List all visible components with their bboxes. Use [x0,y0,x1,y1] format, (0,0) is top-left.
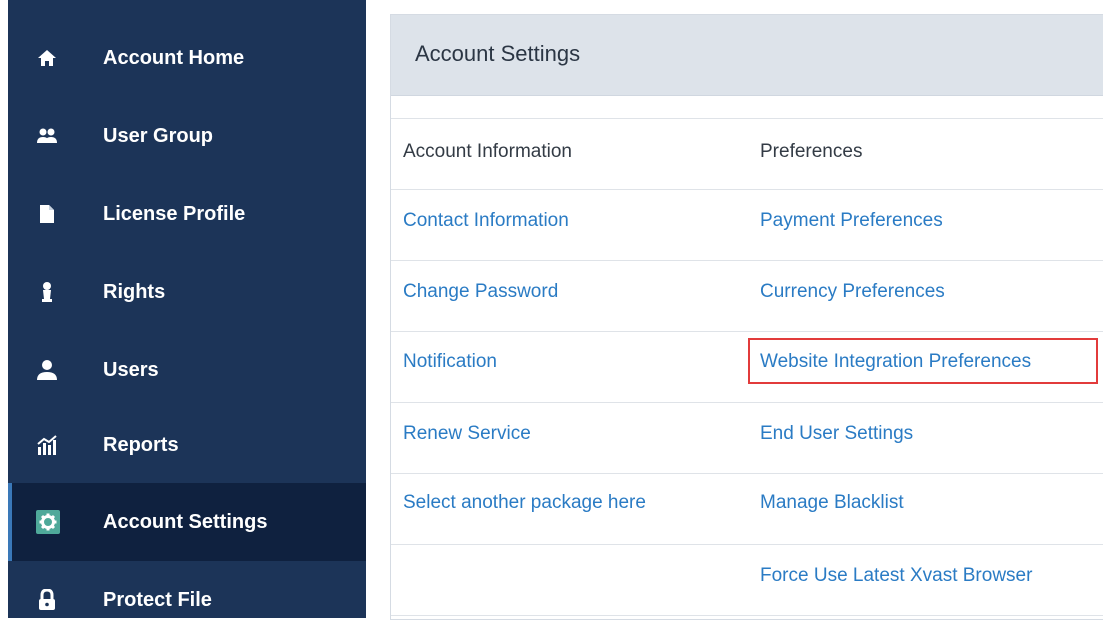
contact-information-link[interactable]: Contact Information [403,210,569,232]
panel-header: Account Settings [391,15,1103,96]
change-password-link[interactable]: Change Password [403,281,558,303]
manage-blacklist-link[interactable]: Manage Blacklist [760,492,904,514]
highlight-box [748,338,1098,384]
rights-icon [36,281,58,303]
account-settings-panel: Account Settings Account Information Pre… [390,14,1103,620]
payment-preferences-link[interactable]: Payment Preferences [760,210,943,232]
sidebar: Account Home User Group License Profile … [8,0,366,618]
lock-icon [36,589,58,611]
sidebar-item-users[interactable]: Users [8,331,366,409]
user-group-icon [36,125,58,147]
sidebar-item-label: User Group [103,124,214,147]
sidebar-item-label: Account Home [103,46,245,69]
sidebar-item-account-home[interactable]: Account Home [8,19,366,97]
user-icon [36,359,58,381]
select-another-package-link[interactable]: Select another package here [403,492,646,514]
currency-preferences-link[interactable]: Currency Preferences [760,281,945,303]
renew-service-link[interactable]: Renew Service [403,423,531,445]
table-header-row: Account Information Preferences [391,118,1103,190]
home-icon [36,47,58,69]
gear-icon [36,510,60,534]
table-row: Force Use Latest Xvast Browser [391,545,1103,616]
sidebar-item-label: Protect File [103,588,212,611]
column-header-account-information: Account Information [403,141,572,162]
sidebar-item-label: Users [103,358,159,381]
table-row: Contact Information Payment Preferences [391,190,1103,261]
table-row: Change Password Currency Preferences [391,261,1103,332]
sidebar-item-account-settings[interactable]: Account Settings [8,483,366,561]
sidebar-item-label: License Profile [103,202,246,225]
notification-link[interactable]: Notification [403,351,497,373]
sidebar-item-label: Account Settings [103,510,268,533]
chart-icon [36,434,58,456]
sidebar-item-protect-file[interactable]: Protect File [8,561,366,639]
end-user-settings-link[interactable]: End User Settings [760,423,913,445]
document-icon [36,203,58,225]
sidebar-item-user-group[interactable]: User Group [8,97,366,175]
table-row: Select another package here Manage Black… [391,474,1103,545]
column-header-preferences: Preferences [760,141,863,162]
sidebar-item-reports[interactable]: Reports [8,406,366,484]
sidebar-item-label: Rights [103,280,166,303]
page-title: Account Settings [415,41,581,66]
table-row: Renew Service End User Settings [391,403,1103,474]
sidebar-item-rights[interactable]: Rights [8,253,366,331]
sidebar-item-license-profile[interactable]: License Profile [8,175,366,253]
force-use-latest-xvast-browser-link[interactable]: Force Use Latest Xvast Browser [760,565,1032,587]
sidebar-item-label: Reports [103,433,179,456]
